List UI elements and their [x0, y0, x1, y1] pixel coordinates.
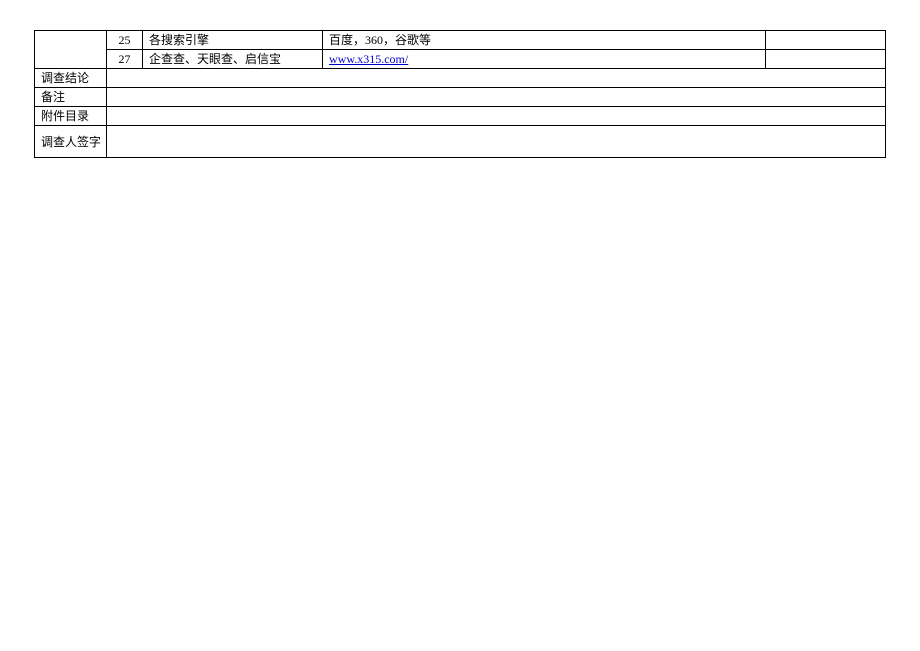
conclusion-value	[107, 69, 886, 88]
row-content: www.x315.com/	[323, 50, 766, 69]
category-cell	[35, 31, 107, 69]
signature-value	[107, 126, 886, 158]
signature-label: 调查人签字	[35, 126, 107, 158]
conclusion-row: 调查结论	[35, 69, 886, 88]
row-link[interactable]: www.x315.com/	[329, 52, 408, 66]
table-row: 25 各搜索引擎 百度，360，谷歌等	[35, 31, 886, 50]
row-number: 25	[107, 31, 143, 50]
row-extra	[766, 50, 886, 69]
document-table: 25 各搜索引擎 百度，360，谷歌等 27 企查查、天眼查、启信宝 www.x…	[34, 30, 886, 158]
remarks-label: 备注	[35, 88, 107, 107]
remarks-value	[107, 88, 886, 107]
row-description: 企查查、天眼查、启信宝	[143, 50, 323, 69]
attachments-label: 附件目录	[35, 107, 107, 126]
conclusion-label: 调查结论	[35, 69, 107, 88]
attachments-row: 附件目录	[35, 107, 886, 126]
row-description: 各搜索引擎	[143, 31, 323, 50]
table-row: 27 企查查、天眼查、启信宝 www.x315.com/	[35, 50, 886, 69]
remarks-row: 备注	[35, 88, 886, 107]
attachments-value	[107, 107, 886, 126]
row-extra	[766, 31, 886, 50]
row-content: 百度，360，谷歌等	[323, 31, 766, 50]
signature-row: 调查人签字	[35, 126, 886, 158]
row-number: 27	[107, 50, 143, 69]
